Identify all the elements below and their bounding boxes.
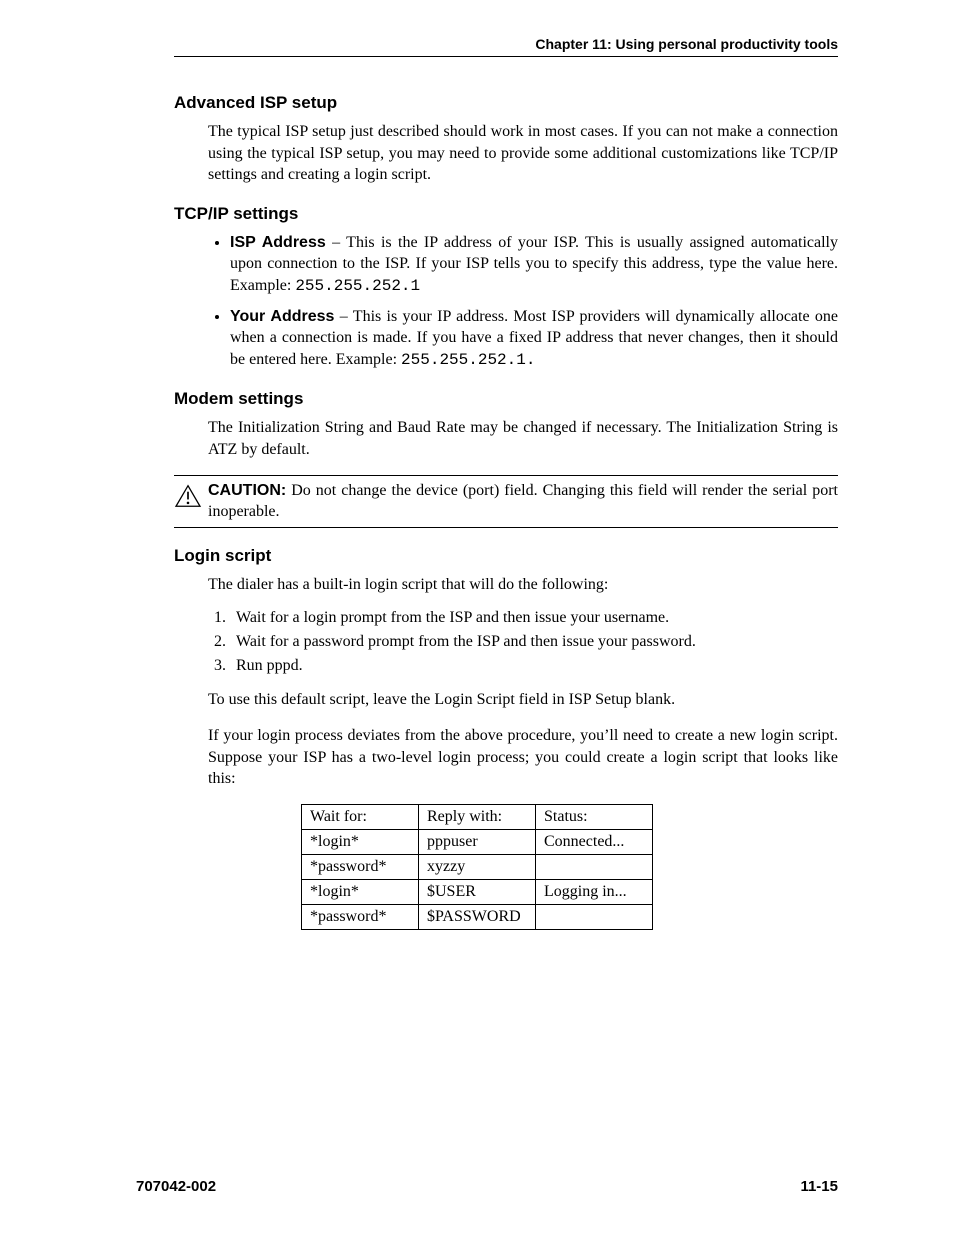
caution-body: Do not change the device (port) field. C…	[208, 482, 838, 521]
table-row: Wait for: Reply with: Status:	[302, 804, 653, 829]
paragraph: If your login process deviates from the …	[208, 725, 838, 790]
page-footer: 707042-002 11-15	[116, 1178, 838, 1195]
list-item: Wait for a login prompt from the ISP and…	[230, 609, 838, 627]
caution-label: CAUTION:	[208, 482, 286, 499]
example-code: 255.255.252.1.	[401, 351, 535, 369]
list-item: Run pppd.	[230, 657, 838, 675]
list-item: ISP Address – This is the IP address of …	[230, 232, 838, 298]
example-code: 255.255.252.1	[295, 277, 420, 295]
heading-advanced-isp: Advanced ISP setup	[174, 93, 838, 113]
table-row: *login* $USER Logging in...	[302, 879, 653, 904]
caution-text: CAUTION: Do not change the device (port)…	[208, 480, 838, 523]
table-cell: *password*	[302, 904, 419, 929]
table-cell: $USER	[419, 879, 536, 904]
table-row: *password* xyzzy	[302, 854, 653, 879]
table-cell	[536, 854, 653, 879]
caution-icon	[174, 484, 202, 515]
chapter-header: Chapter 11: Using personal productivity …	[174, 36, 838, 57]
table-cell: pppuser	[419, 829, 536, 854]
paragraph: The dialer has a built-in login script t…	[208, 574, 838, 596]
table-header-cell: Status:	[536, 804, 653, 829]
doc-number: 707042-002	[136, 1178, 216, 1195]
list-item: Wait for a password prompt from the ISP …	[230, 633, 838, 651]
paragraph: The Initialization String and Baud Rate …	[208, 417, 838, 460]
table-cell: xyzzy	[419, 854, 536, 879]
table-row: *login* pppuser Connected...	[302, 829, 653, 854]
paragraph: The typical ISP setup just described sho…	[208, 121, 838, 186]
table-header-cell: Wait for:	[302, 804, 419, 829]
table-cell	[536, 904, 653, 929]
tcpip-list: ISP Address – This is the IP address of …	[208, 232, 838, 372]
table-cell: *login*	[302, 879, 419, 904]
table-row: *password* $PASSWORD	[302, 904, 653, 929]
list-item: Your Address – This is your IP address. …	[230, 306, 838, 372]
heading-tcpip: TCP/IP settings	[174, 204, 838, 224]
table-cell: Logging in...	[536, 879, 653, 904]
table-header-cell: Reply with:	[419, 804, 536, 829]
table-cell: *login*	[302, 829, 419, 854]
login-script-table: Wait for: Reply with: Status: *login* pp…	[301, 804, 653, 930]
caution-block: CAUTION: Do not change the device (port)…	[174, 475, 838, 528]
table-cell: *password*	[302, 854, 419, 879]
table-cell: $PASSWORD	[419, 904, 536, 929]
page: Chapter 11: Using personal productivity …	[0, 0, 954, 1235]
heading-modem: Modem settings	[174, 389, 838, 409]
heading-login-script: Login script	[174, 546, 838, 566]
item-label: ISP Address	[230, 234, 326, 251]
login-steps: Wait for a login prompt from the ISP and…	[208, 609, 838, 675]
table-cell: Connected...	[536, 829, 653, 854]
page-number: 11-15	[800, 1178, 838, 1195]
item-label: Your Address	[230, 308, 334, 325]
paragraph: To use this default script, leave the Lo…	[208, 689, 838, 711]
